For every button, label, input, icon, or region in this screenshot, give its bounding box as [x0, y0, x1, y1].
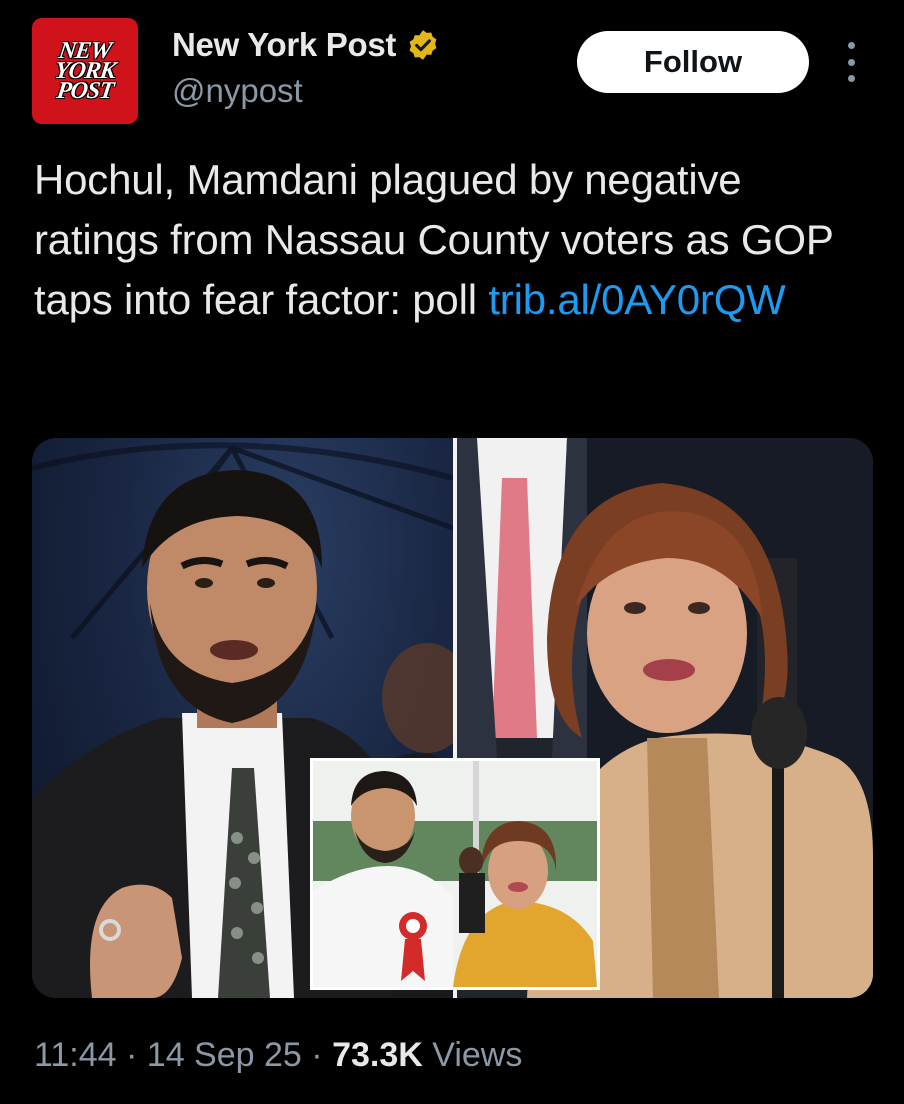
- tweet-date[interactable]: 14 Sep 25: [147, 1036, 302, 1074]
- more-vertical-icon[interactable]: [840, 42, 862, 82]
- tweet-meta: 11:44 · 14 Sep 25 · 73.3K Views: [34, 1036, 522, 1075]
- inset-photo-illustration: [313, 761, 597, 987]
- separator-dot: ·: [311, 1036, 323, 1074]
- tweet-header: NEW YORK POST New York Post @nypost Foll…: [0, 0, 904, 130]
- views-count[interactable]: 73.3K: [332, 1036, 423, 1074]
- views-label[interactable]: Views: [432, 1036, 522, 1074]
- inset-photo: [310, 758, 600, 990]
- tweet-text: Hochul, Mamdani plagued by negative rati…: [34, 150, 874, 330]
- name-row: New York Post: [172, 26, 440, 64]
- nypost-logo-avatar[interactable]: NEW YORK POST: [32, 18, 138, 124]
- verified-badge-icon[interactable]: [406, 28, 440, 62]
- logo-line-3: POST: [55, 78, 115, 104]
- follow-button[interactable]: Follow: [577, 31, 809, 93]
- tweet-link[interactable]: trib.al/0AY0rQW: [488, 276, 785, 323]
- separator-dot: ·: [126, 1036, 138, 1074]
- tweet-time[interactable]: 11:44: [34, 1036, 117, 1074]
- display-name[interactable]: New York Post: [172, 26, 396, 64]
- tweet-media-image[interactable]: [32, 438, 873, 998]
- account-handle[interactable]: @nypost: [172, 72, 303, 110]
